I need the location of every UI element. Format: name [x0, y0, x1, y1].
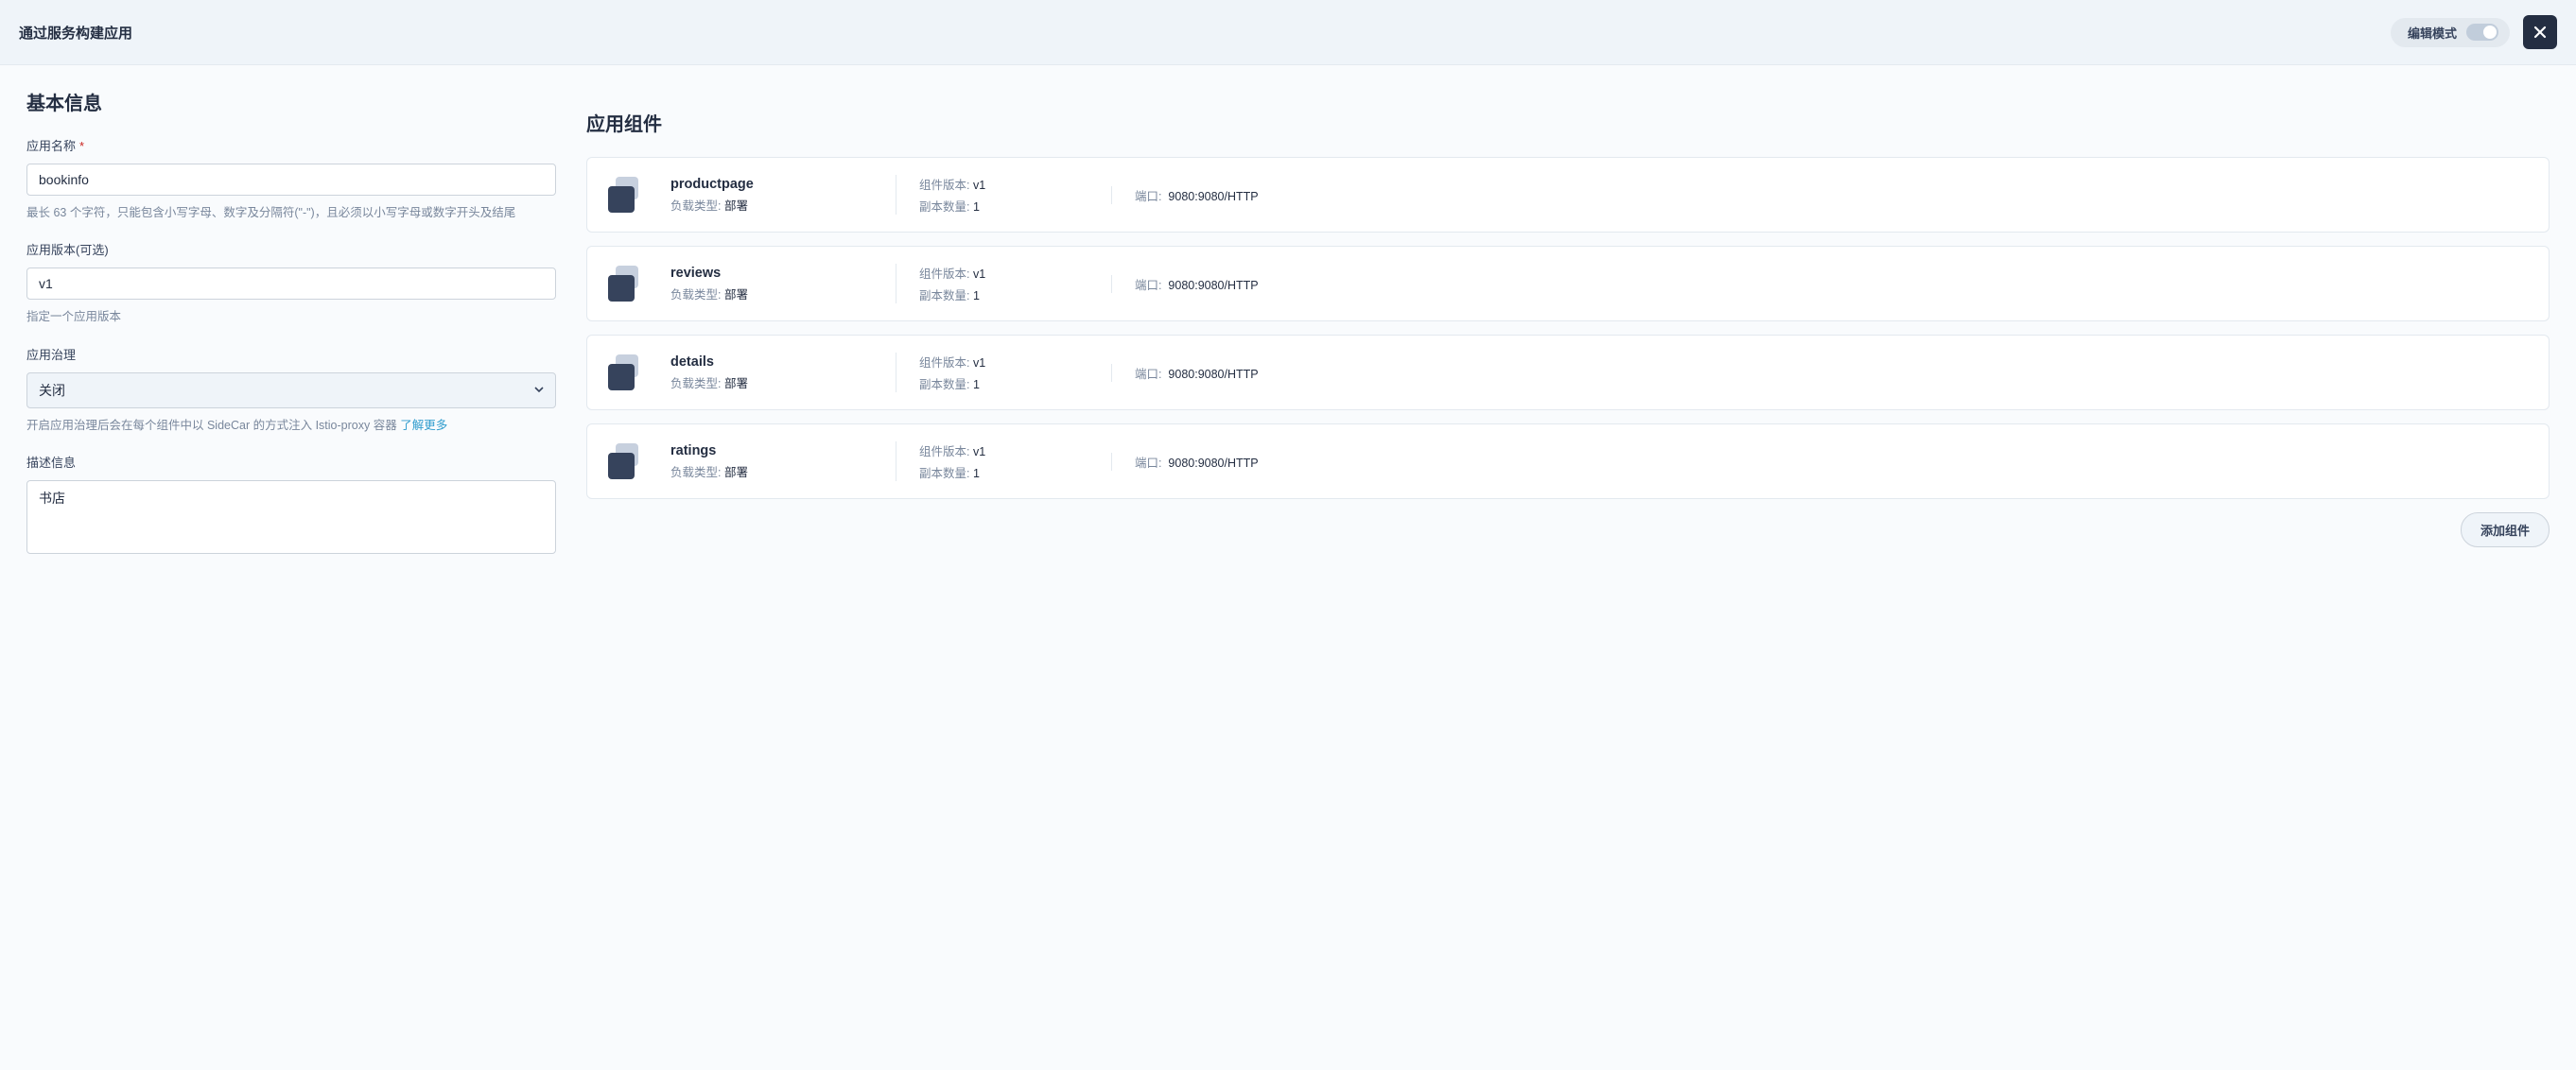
- component-card[interactable]: reviews 负载类型: 部署 组件版本: v1副本数量: 1 端口: 9080:9…: [586, 246, 2550, 321]
- app-name-field: 应用名称* 最长 63 个字符，只能包含小写字母、数字及分隔符("-")，且必须…: [26, 136, 556, 223]
- component-meta: 组件版本: v1副本数量: 1: [896, 441, 1085, 481]
- component-card[interactable]: productpage 负载类型: 部署 组件版本: v1副本数量: 1 端口: 90…: [586, 157, 2550, 233]
- edit-mode-toggle[interactable]: [2466, 24, 2498, 41]
- main-content: 基本信息 应用名称* 最长 63 个字符，只能包含小写字母、数字及分隔符("-"…: [0, 65, 2576, 612]
- learn-more-link[interactable]: 了解更多: [400, 419, 447, 432]
- component-port: 端口: 9080:9080/HTTP: [1111, 364, 2528, 382]
- app-governance-label: 应用治理: [26, 345, 556, 363]
- component-port: 端口: 9080:9080/HTTP: [1111, 275, 2528, 293]
- component-icon: [608, 266, 644, 302]
- component-meta: 组件版本: v1副本数量: 1: [896, 264, 1085, 303]
- app-version-label: 应用版本(可选): [26, 240, 556, 258]
- basic-info-panel: 基本信息 应用名称* 最长 63 个字符，只能包含小写字母、数字及分隔符("-"…: [26, 88, 556, 574]
- app-name-input[interactable]: [26, 164, 556, 196]
- component-main: ratings 负载类型: 部署: [670, 443, 869, 480]
- app-name-help: 最长 63 个字符，只能包含小写字母、数字及分隔符("-")，且必须以小写字母或…: [26, 203, 556, 223]
- component-icon: [608, 354, 644, 390]
- page-title: 通过服务构建应用: [19, 23, 132, 43]
- component-workload-type: 负载类型: 部署: [670, 285, 869, 302]
- components-list: productpage负载类型: 部署组件版本: v1副本数量: 1端口: 90…: [586, 157, 2550, 499]
- app-governance-field: 应用治理 关闭 开启应用治理后会在每个组件中以 SideCar 的方式注入 Is…: [26, 345, 556, 436]
- component-main: productpage 负载类型: 部署: [670, 177, 869, 214]
- edit-mode-toggle-group: 编辑模式: [2391, 18, 2510, 47]
- components-panel: 应用组件 productpage负载类型: 部署组件版本: v1副本数量: 1端…: [586, 88, 2550, 547]
- app-desc-textarea[interactable]: [26, 480, 556, 554]
- add-component-button[interactable]: 添加组件: [2461, 512, 2550, 547]
- component-name: ratings: [670, 443, 869, 458]
- basic-info-title: 基本信息: [26, 88, 556, 115]
- page-header: 通过服务构建应用 编辑模式: [0, 0, 2576, 65]
- component-card[interactable]: ratings 负载类型: 部署 组件版本: v1副本数量: 1 端口: 9080:9…: [586, 423, 2550, 499]
- required-mark: *: [79, 139, 84, 153]
- component-workload-type: 负载类型: 部署: [670, 373, 869, 391]
- app-version-field: 应用版本(可选) 指定一个应用版本: [26, 240, 556, 327]
- component-name: reviews: [670, 266, 869, 281]
- component-port: 端口: 9080:9080/HTTP: [1111, 186, 2528, 204]
- app-name-label: 应用名称*: [26, 136, 556, 154]
- component-main: reviews 负载类型: 部署: [670, 266, 869, 302]
- component-name: productpage: [670, 177, 869, 192]
- component-meta: 组件版本: v1副本数量: 1: [896, 353, 1085, 392]
- app-version-help: 指定一个应用版本: [26, 307, 556, 327]
- app-governance-help: 开启应用治理后会在每个组件中以 SideCar 的方式注入 Istio-prox…: [26, 416, 556, 436]
- component-workload-type: 负载类型: 部署: [670, 462, 869, 480]
- components-title: 应用组件: [586, 109, 2550, 136]
- component-name: details: [670, 354, 869, 370]
- component-card[interactable]: details 负载类型: 部署 组件版本: v1副本数量: 1 端口: 9080:9…: [586, 335, 2550, 410]
- component-port: 端口: 9080:9080/HTTP: [1111, 453, 2528, 471]
- app-desc-label: 描述信息: [26, 453, 556, 471]
- app-governance-select[interactable]: 关闭: [26, 372, 556, 408]
- component-meta: 组件版本: v1副本数量: 1: [896, 175, 1085, 215]
- component-main: details 负载类型: 部署: [670, 354, 869, 391]
- component-workload-type: 负载类型: 部署: [670, 196, 869, 214]
- close-icon: [2532, 25, 2548, 40]
- component-icon: [608, 443, 644, 479]
- app-desc-field: 描述信息: [26, 453, 556, 557]
- edit-mode-label: 编辑模式: [2408, 24, 2457, 42]
- app-version-input[interactable]: [26, 268, 556, 300]
- component-icon: [608, 177, 644, 213]
- close-button[interactable]: [2523, 15, 2557, 49]
- header-actions: 编辑模式: [2391, 15, 2557, 49]
